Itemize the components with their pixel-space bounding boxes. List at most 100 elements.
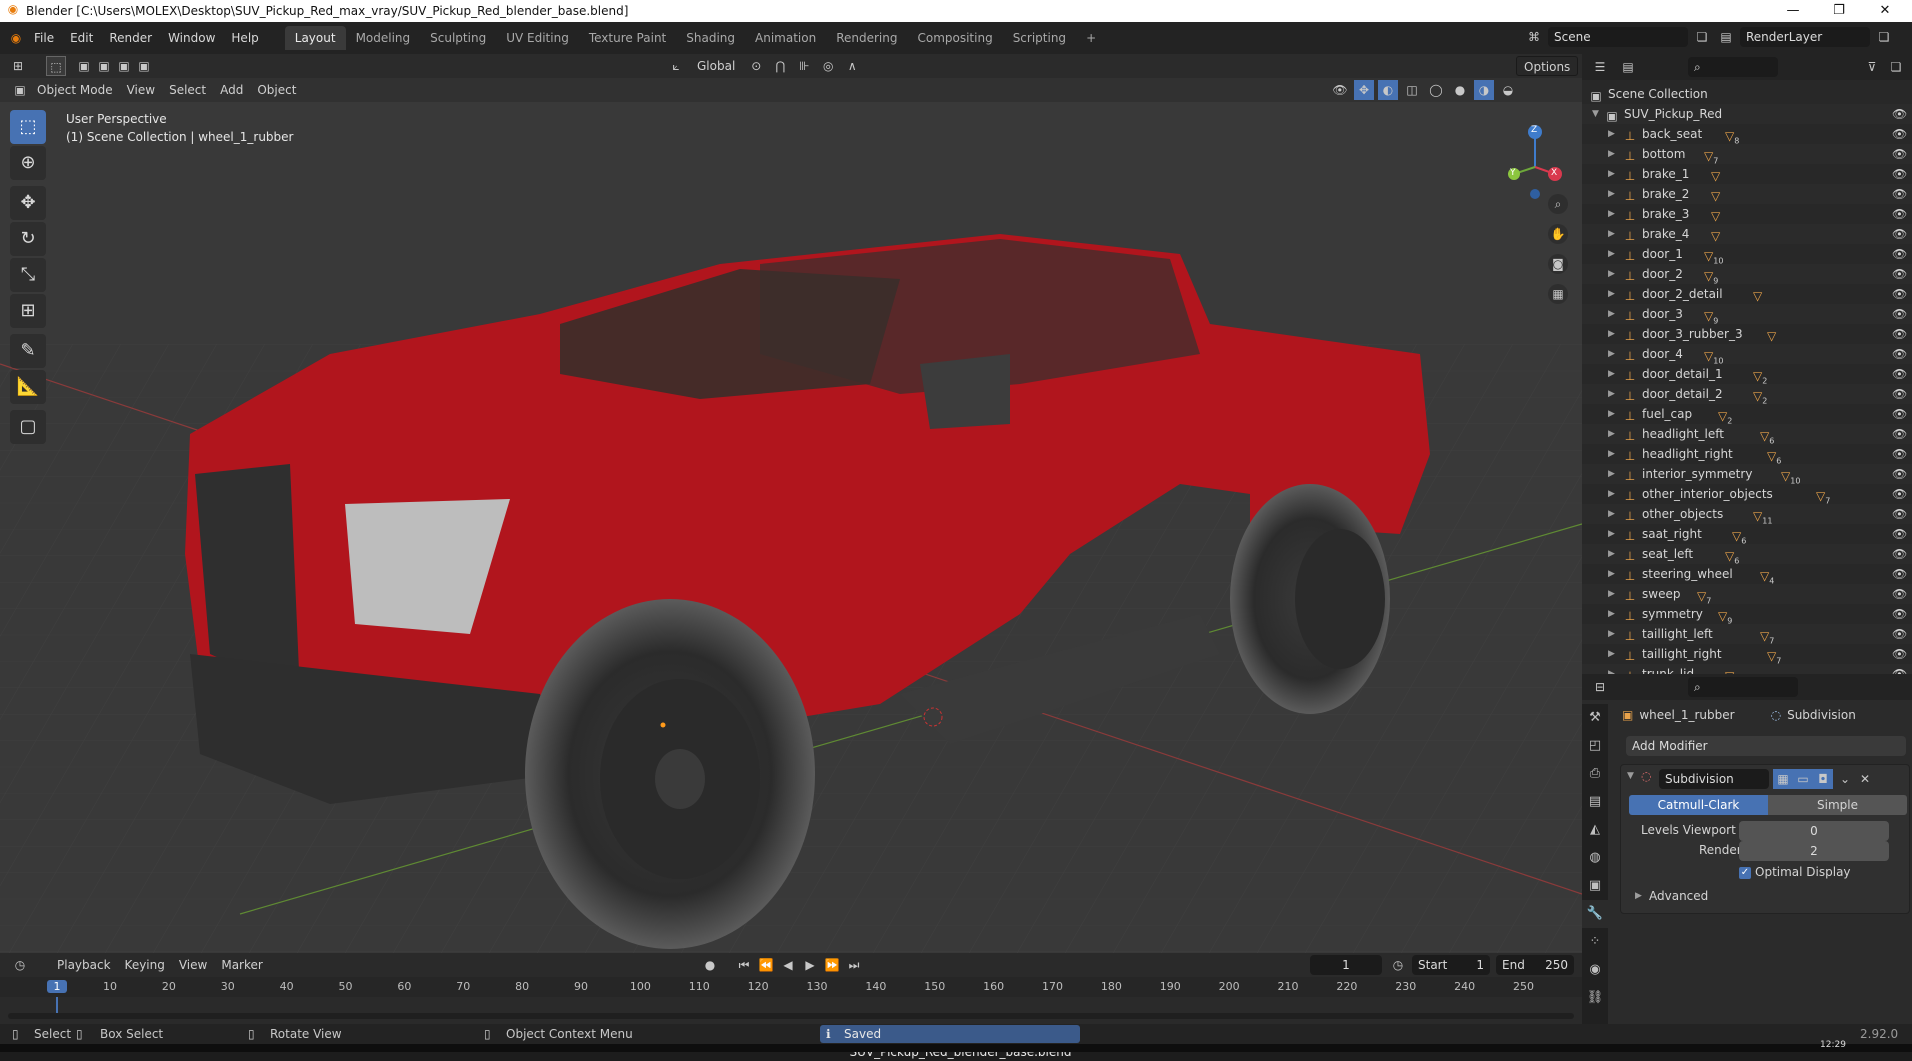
tab-shading[interactable]: Shading bbox=[676, 26, 745, 50]
modifier-remove-icon[interactable]: ✕ bbox=[1855, 769, 1875, 789]
visibility-eye-icon[interactable]: 👁 bbox=[1892, 524, 1907, 544]
menu-edit[interactable]: Edit bbox=[62, 27, 101, 49]
select-mode-extend-icon[interactable]: ▣ bbox=[94, 56, 114, 76]
rendered-shading-icon[interactable]: ◒ bbox=[1498, 80, 1518, 100]
visibility-eye-icon[interactable]: 👁 bbox=[1892, 244, 1907, 264]
visibility-eye-icon[interactable]: 👁 bbox=[1892, 504, 1907, 524]
render-layer-field[interactable]: RenderLayer bbox=[1740, 27, 1870, 47]
visibility-eye-icon[interactable]: 👁 bbox=[1892, 124, 1907, 144]
tool-tab-icon[interactable]: ⚒ bbox=[1582, 704, 1608, 732]
outliner-item[interactable]: ▶ ⊥ door_detail_2 ▽2 👁 bbox=[1582, 384, 1912, 405]
outliner-item[interactable]: ▶ ⊥ interior_symmetry ▽10 👁 bbox=[1582, 464, 1912, 485]
expand-icon[interactable]: ▶ bbox=[1608, 224, 1615, 244]
filter-icon[interactable]: ⊽ bbox=[1862, 57, 1882, 77]
menu-playback[interactable]: Playback bbox=[50, 955, 118, 975]
output-tab-icon[interactable]: ⎙ bbox=[1582, 760, 1608, 788]
scale-tool-icon[interactable]: ⤡ bbox=[10, 258, 46, 292]
outliner-item[interactable]: ▶ ⊥ headlight_right ▽6 👁 bbox=[1582, 444, 1912, 465]
blender-menu-icon[interactable]: ◉ bbox=[6, 28, 26, 48]
expand-icon[interactable]: ▶ bbox=[1608, 184, 1615, 204]
rotate-tool-icon[interactable]: ↻ bbox=[10, 222, 46, 256]
select-mode-subtract-icon[interactable]: ▣ bbox=[114, 56, 134, 76]
expand-icon[interactable]: ▶ bbox=[1608, 444, 1615, 464]
menu-window[interactable]: Window bbox=[160, 27, 223, 49]
zoom-icon[interactable]: ⌕ bbox=[1548, 194, 1568, 214]
menu-help[interactable]: Help bbox=[223, 27, 266, 49]
new-layer-icon[interactable]: ❏ bbox=[1874, 27, 1894, 47]
visibility-eye-icon[interactable]: 👁 bbox=[1892, 664, 1907, 674]
outliner-item[interactable]: ▶ ⊥ door_2 ▽9 👁 bbox=[1582, 264, 1912, 285]
expand-icon[interactable]: ▶ bbox=[1608, 404, 1615, 424]
outliner-item[interactable]: ▶ ⊥ taillight_right ▽7 👁 bbox=[1582, 644, 1912, 665]
outliner-item[interactable]: ▶ ⊥ seat_left ▽6 👁 bbox=[1582, 544, 1912, 565]
outliner-item[interactable]: ▶ ⊥ brake_2 ▽ 👁 bbox=[1582, 184, 1912, 204]
outliner-item[interactable]: ▶ ⊥ brake_1 ▽ 👁 bbox=[1582, 164, 1912, 184]
expand-icon[interactable]: ▶ bbox=[1608, 204, 1615, 224]
view-layer-tab-icon[interactable]: ▤ bbox=[1582, 788, 1608, 816]
snap-icon[interactable]: ⋂ bbox=[770, 56, 790, 76]
camera-icon[interactable]: ◙ bbox=[1548, 254, 1568, 274]
snap-settings-icon[interactable]: ⊪ bbox=[794, 56, 814, 76]
current-frame-field[interactable]: 1 bbox=[1310, 955, 1382, 975]
outliner-collection-suv[interactable]: ▼ ▣ SUV_Pickup_Red 👁 bbox=[1582, 104, 1912, 124]
visibility-eye-icon[interactable]: 👁 bbox=[1892, 444, 1907, 464]
preview-range-icon[interactable]: ◷ bbox=[1388, 955, 1408, 975]
visibility-eye-icon[interactable]: 👁 bbox=[1892, 564, 1907, 584]
modifier-collapse-icon[interactable]: ▼ bbox=[1627, 771, 1634, 781]
menu-object[interactable]: Object bbox=[250, 80, 303, 100]
visibility-eye-icon[interactable]: 👁 bbox=[1892, 144, 1907, 164]
outliner-item[interactable]: ▶ ⊥ steering_wheel ▽4 👁 bbox=[1582, 564, 1912, 585]
visibility-eye-icon[interactable]: 👁 bbox=[1892, 424, 1907, 444]
close-button[interactable]: ✕ bbox=[1862, 0, 1908, 22]
viewport-toggle-icon[interactable]: ▭ bbox=[1793, 769, 1813, 789]
menu-render[interactable]: Render bbox=[101, 27, 160, 49]
visibility-eye-icon[interactable]: 👁 bbox=[1892, 484, 1907, 504]
expand-icon[interactable]: ▶ bbox=[1608, 124, 1615, 144]
tab-compositing[interactable]: Compositing bbox=[907, 26, 1002, 50]
wireframe-shading-icon[interactable]: ◯ bbox=[1426, 80, 1446, 100]
expand-icon[interactable]: ▶ bbox=[1608, 484, 1615, 504]
advanced-section[interactable]: Advanced bbox=[1649, 889, 1708, 903]
visibility-eye-icon[interactable]: 👁 bbox=[1892, 404, 1907, 424]
tab-modeling[interactable]: Modeling bbox=[346, 26, 421, 50]
properties-editor-icon[interactable]: ⊟ bbox=[1590, 677, 1610, 697]
expand-icon[interactable]: ▶ bbox=[1608, 304, 1615, 324]
expand-icon[interactable]: ▶ bbox=[1608, 164, 1615, 184]
scene-icon[interactable]: ⌘ bbox=[1524, 27, 1544, 47]
tab-uv-editing[interactable]: UV Editing bbox=[496, 26, 579, 50]
pivot-icon[interactable]: ⊙ bbox=[746, 56, 766, 76]
visibility-eye-icon[interactable]: 👁 bbox=[1892, 164, 1907, 184]
expand-icon[interactable]: ▶ bbox=[1608, 564, 1615, 584]
visibility-eye-icon[interactable]: 👁 bbox=[1892, 104, 1907, 124]
expand-icon[interactable]: ▶ bbox=[1608, 604, 1615, 624]
edit-mode-toggle-icon[interactable]: ▦ bbox=[1773, 769, 1793, 789]
outliner-item[interactable]: ▶ ⊥ other_interior_objects ▽7 👁 bbox=[1582, 484, 1912, 505]
expand-icon[interactable]: ▶ bbox=[1608, 244, 1615, 264]
menu-marker[interactable]: Marker bbox=[214, 955, 269, 975]
outliner-item[interactable]: ▶ ⊥ door_2_detail ▽ 👁 bbox=[1582, 284, 1912, 304]
jump-start-icon[interactable]: ⏮ bbox=[734, 955, 754, 975]
outliner-item[interactable]: ▶ ⊥ fuel_cap ▽2 👁 bbox=[1582, 404, 1912, 425]
visibility-eye-icon[interactable]: 👁 bbox=[1892, 384, 1907, 404]
expand-icon[interactable]: ▶ bbox=[1608, 544, 1615, 564]
move-tool-icon[interactable]: ✥ bbox=[10, 186, 46, 220]
expand-icon[interactable]: ▶ bbox=[1608, 284, 1615, 304]
outliner-item[interactable]: ▶ ⊥ sweep ▽7 👁 bbox=[1582, 584, 1912, 605]
grid-view-icon[interactable]: ▦ bbox=[1548, 284, 1568, 304]
expand-icon[interactable]: ▶ bbox=[1608, 644, 1615, 664]
outliner-item[interactable]: ▶ ⊥ symmetry ▽9 👁 bbox=[1582, 604, 1912, 625]
visibility-eye-icon[interactable]: 👁 bbox=[1892, 304, 1907, 324]
collapse-icon[interactable]: ▼ bbox=[1592, 104, 1599, 124]
transform-orientation-dropdown[interactable]: Global bbox=[690, 56, 742, 76]
add-workspace-button[interactable]: + bbox=[1076, 26, 1106, 50]
outliner-item[interactable]: ▶ ⊥ door_1 ▽10 👁 bbox=[1582, 244, 1912, 265]
scene-field[interactable]: Scene bbox=[1548, 27, 1688, 47]
expand-icon[interactable]: ▶ bbox=[1608, 364, 1615, 384]
rear-wheel[interactable] bbox=[1230, 484, 1390, 714]
measure-tool-icon[interactable]: 📐 bbox=[10, 370, 46, 404]
visibility-eye-icon[interactable]: 👁 bbox=[1892, 364, 1907, 384]
tab-sculpting[interactable]: Sculpting bbox=[420, 26, 496, 50]
outliner-scene-collection[interactable]: ▣ Scene Collection bbox=[1582, 84, 1912, 104]
select-box-tool-icon[interactable]: ⬚ bbox=[10, 110, 46, 144]
menu-file[interactable]: File bbox=[26, 27, 62, 49]
